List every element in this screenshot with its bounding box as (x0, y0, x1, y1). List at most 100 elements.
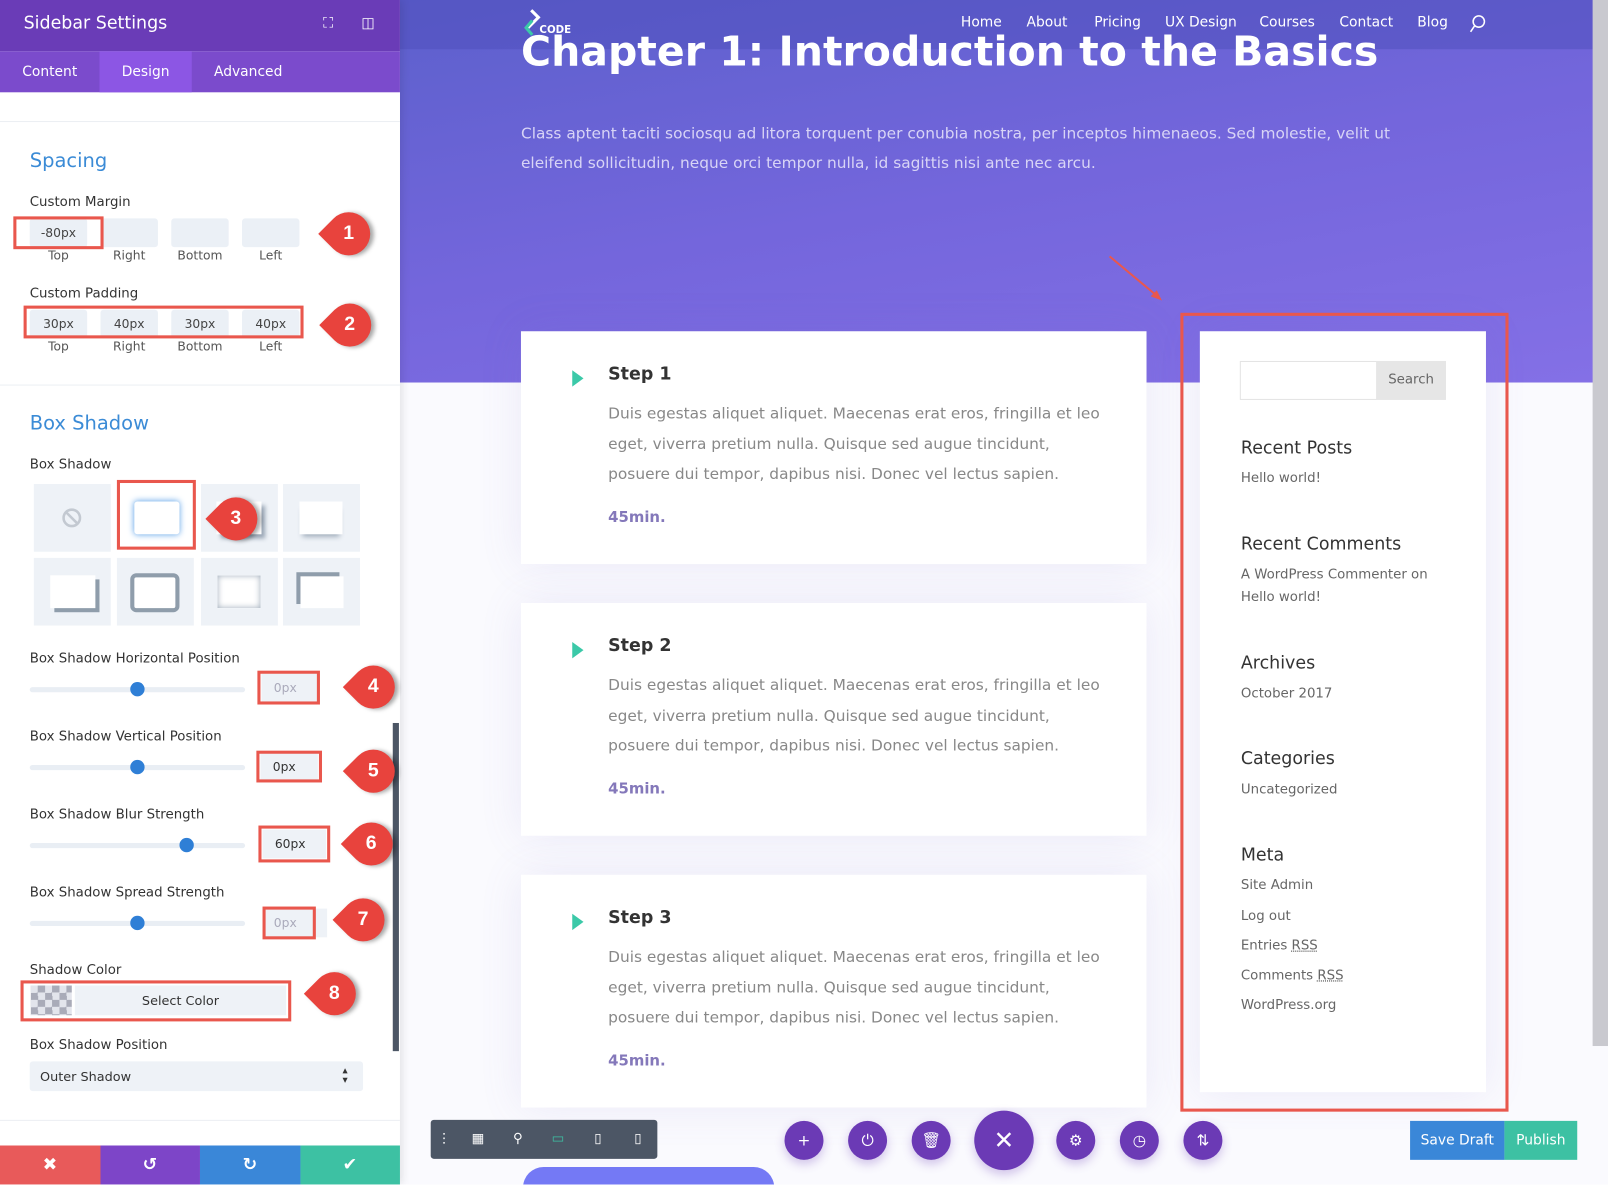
spacing-heading: Spacing (29, 149, 108, 173)
settings-button[interactable]: ⚙ (1056, 1120, 1096, 1160)
horizontal-position-slider[interactable] (29, 681, 246, 697)
marker-number: 8 (328, 982, 340, 1004)
blur-strength-slider[interactable] (29, 837, 246, 853)
shadow-preset-inset[interactable] (200, 557, 278, 626)
shadow-preset-offset[interactable] (33, 557, 111, 626)
step-duration: 45min. (608, 1053, 666, 1070)
play-icon (572, 641, 584, 659)
annotation-marker: 2 (319, 294, 381, 356)
slider-label: Box Shadow Blur Strength (29, 807, 205, 823)
tab-advanced[interactable]: Advanced (192, 51, 305, 92)
slider-label: Box Shadow Spread Strength (29, 885, 225, 901)
shadow-preset-top-left[interactable] (283, 557, 360, 626)
step-duration: 45min. (608, 781, 666, 798)
nav-about[interactable]: About (1027, 14, 1068, 30)
settings-panel: Sidebar Settings ⛶ ◫ Content Design Adva… (0, 0, 404, 1185)
add-button[interactable]: + (784, 1120, 824, 1160)
shadow-position-select[interactable]: Outer Shadow ▴ ▾ (29, 1061, 364, 1092)
nav-courses[interactable]: Courses (1259, 14, 1315, 30)
panel-tabs: Content Design Advanced (0, 51, 400, 93)
side-label: Left (259, 248, 283, 263)
annotation-marker: 6 (340, 813, 402, 875)
layout-icon[interactable]: ▦ (469, 1130, 487, 1148)
side-label: Top (48, 339, 69, 354)
vertical-position-slider[interactable] (29, 759, 246, 775)
side-label: Bottom (177, 248, 223, 263)
marker-number: 1 (343, 222, 355, 245)
split-view-icon[interactable]: ◫ (359, 15, 377, 33)
step-title: Step 3 (608, 907, 672, 929)
marker-number: 4 (367, 675, 379, 698)
step-body: Duis egestas aliquet aliquet. Maecenas e… (608, 947, 1100, 1027)
shadow-preset-none[interactable] (33, 484, 111, 552)
intro-text: Class aptent taciti sociosqu ad litora t… (520, 124, 1391, 173)
more-icon[interactable]: ⋮ (435, 1130, 453, 1148)
nav-ux-design[interactable]: UX Design (1165, 14, 1237, 30)
annotation-highlight (262, 906, 316, 940)
slider-handle[interactable] (130, 915, 145, 931)
history-button[interactable]: ◷ (1119, 1120, 1159, 1160)
annotation-highlight (116, 479, 196, 550)
desktop-view-icon[interactable]: ▭ (549, 1130, 567, 1148)
slider-label: Box Shadow Vertical Position (29, 729, 222, 745)
marker-number: 6 (365, 832, 377, 855)
publish-button[interactable]: Publish (1504, 1120, 1578, 1160)
fullscreen-icon[interactable]: ⛶ (319, 15, 337, 33)
annotation-highlight (256, 750, 323, 783)
marker-number: 7 (357, 908, 369, 931)
page-pill-element (523, 1167, 775, 1185)
zoom-icon[interactable]: ⚲ (509, 1130, 527, 1148)
tab-content[interactable]: Content (0, 51, 99, 92)
box-shadow-heading: Box Shadow (29, 412, 150, 435)
step-body: Duis egestas aliquet aliquet. Maecenas e… (608, 675, 1100, 755)
play-icon (572, 913, 584, 931)
annotation-highlight (258, 825, 331, 863)
nav-blog[interactable]: Blog (1417, 14, 1448, 30)
save-draft-button[interactable]: Save Draft (1410, 1120, 1505, 1160)
annotation-highlight (257, 670, 320, 705)
undo-button[interactable]: ↺ (99, 1145, 200, 1185)
annotation-marker: 4 (342, 656, 404, 718)
slider-handle[interactable] (130, 681, 145, 697)
margin-right-input[interactable] (100, 218, 158, 248)
nav-home[interactable]: Home (961, 14, 1002, 30)
power-button[interactable]: ⏻ (848, 1120, 888, 1160)
portability-button[interactable]: ⇅ (1183, 1120, 1223, 1160)
nav-pricing[interactable]: Pricing (1094, 14, 1141, 30)
phone-view-icon[interactable]: ▯ (629, 1130, 647, 1148)
page-title: Chapter 1: Introduction to the Basics (520, 28, 1379, 76)
slider-handle[interactable] (179, 837, 194, 853)
margin-bottom-input[interactable] (171, 218, 229, 248)
marker-number: 5 (367, 759, 379, 782)
slider-handle[interactable] (130, 759, 145, 775)
cancel-button[interactable]: ✖ (0, 1145, 100, 1185)
shadow-preset-border[interactable] (116, 557, 194, 626)
page-scrollbar[interactable] (1592, 0, 1608, 1047)
redo-button[interactable]: ↻ (199, 1145, 300, 1185)
shadow-preset-bottom[interactable] (283, 484, 360, 552)
step-card-1: Step 1 Duis egestas aliquet aliquet. Mae… (520, 331, 1147, 565)
select-arrows-icon: ▴ ▾ (342, 1065, 348, 1087)
close-builder-button[interactable]: ✕ (974, 1110, 1034, 1171)
divider (0, 384, 400, 386)
search-icon[interactable] (1469, 14, 1486, 33)
margin-left-input[interactable] (242, 218, 300, 248)
annotation-highlight-sidebar (1180, 312, 1509, 1112)
spread-strength-slider[interactable] (29, 915, 246, 931)
side-label: Top (48, 248, 69, 263)
nav-contact[interactable]: Contact (1339, 14, 1393, 30)
trash-button[interactable]: 🗑 (911, 1120, 951, 1160)
shadow-color-label: Shadow Color (29, 962, 122, 979)
side-label: Right (112, 339, 146, 354)
annotation-marker: 8 (303, 963, 365, 1025)
tab-design[interactable]: Design (99, 51, 192, 93)
tablet-view-icon[interactable]: ▯ (589, 1130, 607, 1148)
annotation-marker: 5 (342, 740, 404, 802)
step-card-3: Step 3 Duis egestas aliquet aliquet. Mae… (520, 874, 1147, 1108)
custom-margin-label: Custom Margin (29, 194, 131, 211)
box-shadow-label: Box Shadow (29, 457, 112, 473)
selected-value: Outer Shadow (39, 1068, 132, 1084)
save-settings-button[interactable]: ✔ (299, 1145, 400, 1185)
view-mode-toolbar: ⋮ ▦ ⚲ ▭ ▯ ▯ (430, 1119, 658, 1159)
panel-title: Sidebar Settings (23, 13, 168, 34)
